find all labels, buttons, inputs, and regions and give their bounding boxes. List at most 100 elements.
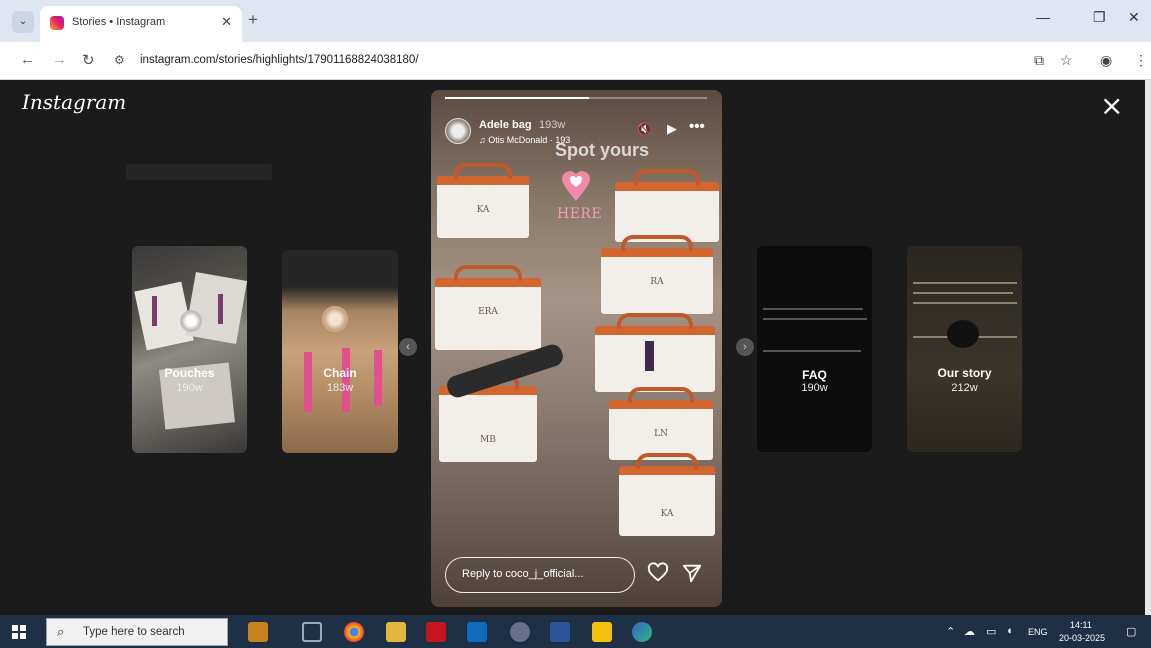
cast-icon[interactable]: ⧉ xyxy=(1034,52,1044,69)
highlight-label: FAQ xyxy=(802,368,827,382)
reply-input[interactable]: Reply to coco_j_official... xyxy=(445,557,635,593)
text-line xyxy=(913,302,1017,304)
tray-chevron-icon[interactable]: ⌃ xyxy=(946,625,955,638)
story-header: Adele bag 193w ♫ Otis McDonald · 193 Spo… xyxy=(445,118,707,160)
language-indicator[interactable]: ENG xyxy=(1028,627,1048,637)
word-icon[interactable] xyxy=(550,622,570,642)
bag-stripe xyxy=(342,348,350,412)
instagram-favicon-icon xyxy=(50,16,64,30)
network-icon[interactable]: ▭ xyxy=(986,625,996,638)
notifications-icon[interactable]: ▢ xyxy=(1126,625,1136,638)
url-field[interactable]: ⚙ instagram.com/stories/highlights/17901… xyxy=(104,48,1024,74)
play-icon[interactable]: ▶ xyxy=(667,121,677,137)
text-line xyxy=(763,318,867,320)
new-tab-plus-icon[interactable]: + xyxy=(248,10,258,30)
url-text: instagram.com/stories/highlights/1790116… xyxy=(140,54,419,66)
bag-image: KA xyxy=(619,453,715,536)
window-close-icon[interactable]: ✕ xyxy=(1128,9,1140,26)
edge-icon[interactable] xyxy=(632,622,652,642)
tab-instagram-stories[interactable]: Stories • Instagram ✕ xyxy=(40,6,242,42)
bag-image xyxy=(615,169,719,242)
reply-placeholder: Reply to coco_j_official... xyxy=(462,568,584,580)
tab-strip: ⌄ Stories • Instagram ✕ + — ❐ ✕ xyxy=(0,0,1151,42)
star-icon[interactable]: ☆ xyxy=(1060,52,1073,69)
story-viewer: Instagram × Pouches 190w Chain 183w ‹ › xyxy=(0,80,1145,615)
screen: ⌄ Stories • Instagram ✕ + — ❐ ✕ ← → ↻ ⚙ … xyxy=(0,0,1151,648)
blurred-bar xyxy=(126,164,272,180)
bag-image: ERA xyxy=(435,265,541,350)
pouch-stripe xyxy=(218,294,223,324)
story-username[interactable]: Adele bag xyxy=(479,119,532,131)
story-progress-bar xyxy=(445,97,707,99)
highlight-card-pouches[interactable]: Pouches 190w xyxy=(132,246,247,453)
clock-time[interactable]: 14:11 xyxy=(1070,620,1092,630)
search-placeholder: Type here to search xyxy=(83,626,185,638)
back-icon[interactable]: ← xyxy=(20,51,35,68)
close-tab-icon[interactable]: ✕ xyxy=(221,14,232,30)
text-line xyxy=(913,292,1013,294)
pouch-image xyxy=(184,271,247,345)
story-avatar[interactable] xyxy=(445,118,471,144)
chrome-icon[interactable] xyxy=(344,622,364,642)
reload-icon[interactable]: ↻ xyxy=(82,51,95,69)
onedrive-icon[interactable]: ☁ xyxy=(964,625,975,638)
sticky-notes-icon[interactable] xyxy=(592,622,612,642)
highlight-card-faq[interactable]: FAQ 190w xyxy=(757,246,872,452)
taskbar: ⌕ Type here to search ⌃ ☁ ▭ ◖ ENG 14:11 … xyxy=(0,615,1151,648)
forward-icon[interactable]: → xyxy=(52,51,67,68)
heart-location-sticker-icon xyxy=(562,171,590,201)
menu-icon[interactable]: ⋮ xyxy=(1134,52,1148,69)
tab-title: Stories • Instagram xyxy=(72,16,166,28)
profile-icon[interactable]: ◉ xyxy=(1100,52,1112,69)
bag-image: KA xyxy=(437,163,529,238)
story-progress-fill xyxy=(445,97,590,99)
bag-image xyxy=(595,313,715,392)
highlight-card-chain[interactable]: Chain 183w xyxy=(282,250,398,453)
task-view-icon[interactable] xyxy=(302,622,322,642)
scrollbar[interactable] xyxy=(1145,80,1151,615)
story-overlay-text: Spot yours xyxy=(555,140,650,160)
outlook-icon[interactable] xyxy=(467,622,487,642)
highlight-label: Our story xyxy=(937,366,992,380)
highlight-avatar xyxy=(180,310,202,332)
highlight-avatar xyxy=(322,306,348,332)
highlight-time: 212w xyxy=(951,382,978,394)
instagram-logo[interactable]: Instagram xyxy=(22,90,126,114)
pouch-stripe xyxy=(152,296,157,326)
next-story-icon[interactable]: › xyxy=(736,338,754,356)
paint-icon[interactable] xyxy=(510,622,530,642)
minimize-icon[interactable]: — xyxy=(1036,9,1050,25)
windows-start-icon[interactable] xyxy=(12,625,26,639)
volume-icon[interactable]: ◖ xyxy=(1006,625,1013,637)
highlight-label: Chain xyxy=(323,366,357,380)
highlight-time: 190w xyxy=(801,382,828,394)
mute-icon[interactable]: 🔇 xyxy=(637,122,652,136)
share-send-icon[interactable] xyxy=(681,562,703,584)
close-story-icon[interactable]: × xyxy=(1100,92,1123,120)
taskbar-search[interactable]: ⌕ Type here to search xyxy=(46,618,228,646)
clock-date[interactable]: 20-03-2025 xyxy=(1059,633,1105,643)
more-options-icon[interactable]: ••• xyxy=(689,118,705,135)
story-time: 193w xyxy=(539,119,566,131)
tab-search-icon[interactable]: ⌄ xyxy=(12,11,34,33)
restore-icon[interactable]: ❐ xyxy=(1093,9,1106,26)
bag-image: MB xyxy=(439,373,537,462)
sticker-text: HERE xyxy=(557,206,603,222)
highlight-avatar xyxy=(947,320,979,348)
like-heart-icon[interactable] xyxy=(647,562,669,584)
briefcase-app-icon[interactable] xyxy=(248,622,268,642)
bag-image: RA xyxy=(601,235,713,314)
highlight-time: 183w xyxy=(326,382,354,394)
highlight-label: Pouches xyxy=(164,366,215,380)
acrobat-icon[interactable] xyxy=(426,622,446,642)
search-icon: ⌕ xyxy=(57,624,65,639)
highlight-time: 190w xyxy=(176,382,203,394)
site-settings-icon[interactable]: ⚙ xyxy=(114,53,125,67)
previous-story-icon[interactable]: ‹ xyxy=(399,338,417,356)
current-story[interactable]: KA RA ERA MB LN KA Adele bag 193w ♫ Otis… xyxy=(431,90,722,607)
file-explorer-icon[interactable] xyxy=(386,622,406,642)
text-line xyxy=(763,350,861,352)
address-bar-row: ← → ↻ ⚙ instagram.com/stories/highlights… xyxy=(0,42,1151,80)
text-line xyxy=(763,308,863,310)
highlight-card-our-story[interactable]: Our story 212w xyxy=(907,246,1022,452)
